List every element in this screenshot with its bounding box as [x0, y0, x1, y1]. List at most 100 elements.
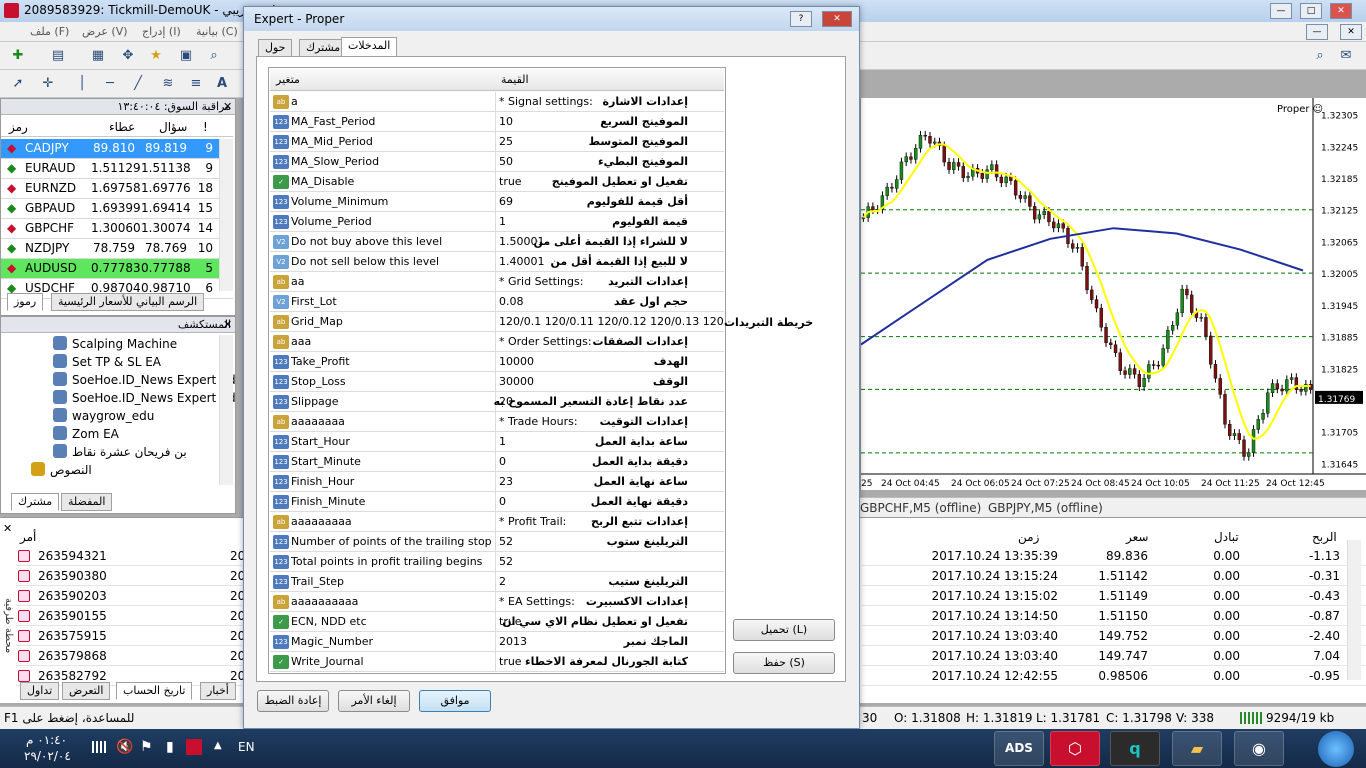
terminal-close-icon[interactable]: ✕: [3, 522, 12, 535]
param-row[interactable]: 123 Total points in profit trailing begin…: [270, 552, 724, 572]
flag-icon[interactable]: ⚑: [140, 739, 153, 755]
channel-icon[interactable]: ≋: [158, 74, 178, 94]
favorites-icon[interactable]: ★: [146, 46, 166, 66]
param-value[interactable]: 10: [499, 112, 513, 131]
history-row[interactable]: 2017.10.24 13:03:40 149.747 0.00 7.04: [862, 646, 1366, 666]
maximize-button[interactable]: □: [1300, 3, 1322, 19]
navigator-close-icon[interactable]: ✕: [223, 318, 232, 331]
menu-charts[interactable]: بيانية (C): [196, 25, 238, 38]
param-value[interactable]: 1: [499, 432, 506, 451]
horizontal-line-icon[interactable]: ─: [100, 74, 120, 94]
price-chart[interactable]: 1.32305 1.32245 1.32185 1.32125 1.32065 1.320…: [861, 98, 1366, 490]
market-watch-row[interactable]: ◆ CADJPY 89.810 89.819 9: [1, 139, 233, 159]
col-order[interactable]: أمر: [20, 530, 36, 544]
tab-chart-prices[interactable]: الرسم البياني للأسعار الرئيسية: [51, 293, 205, 311]
order-row[interactable]: 263590155 20: [16, 606, 245, 626]
vertical-line-icon[interactable]: │: [72, 74, 92, 94]
param-row[interactable]: 123 MA_Slow_Period 50 الموفينج البطيء: [270, 152, 724, 172]
menu-insert[interactable]: إدراج (I): [142, 25, 181, 38]
col-value[interactable]: القيمة: [501, 69, 529, 91]
col-spread[interactable]: !: [203, 117, 208, 137]
mdi-minimize-button[interactable]: —: [1306, 24, 1328, 40]
navigator-item[interactable]: SoeHoe.ID_News Expert Ad: [53, 389, 236, 407]
market-watch-row[interactable]: ◆ NZDJPY 78.759 78.769 10: [1, 239, 233, 259]
dialog-close-button[interactable]: ✕: [822, 11, 852, 27]
market-watch-row[interactable]: ◆ EURNZD 1.69758 1.69776 18: [1, 179, 233, 199]
param-row[interactable]: ab aa * Grid Settings: إعدادات التبريد: [270, 272, 724, 292]
clock-time[interactable]: ٠١:٤٠ م: [26, 733, 67, 747]
col-symbol[interactable]: رمز: [9, 117, 28, 137]
param-row[interactable]: 123 Magic_Number 2013 الماجك نمبر: [270, 632, 724, 652]
tab-exposure[interactable]: التعرض: [62, 682, 111, 700]
tab-favorites[interactable]: المفضلة: [61, 493, 113, 511]
tab-symbols[interactable]: رموز: [7, 293, 44, 311]
history-row[interactable]: 2017.10.24 12:42:55 0.98506 0.00 -0.95: [862, 666, 1366, 686]
param-value[interactable]: 0: [499, 452, 506, 471]
tab-news[interactable]: أخبار: [200, 682, 236, 700]
param-row[interactable]: 123 Finish_Hour 23 ساعة نهاية العمل: [270, 472, 724, 492]
order-row[interactable]: 263590203 20: [16, 586, 245, 606]
save-button[interactable]: حفظ (S): [733, 652, 835, 674]
market-watch-row[interactable]: ◆ GBPCHF 1.30060 1.30074 14: [1, 219, 233, 239]
param-row[interactable]: 123 Start_Hour 1 ساعة بداية العمل: [270, 432, 724, 452]
tab-common-settings[interactable]: مشترك: [299, 39, 348, 57]
navigator-item[interactable]: Set TP & SL EA: [53, 353, 161, 371]
trading-app-icon[interactable]: ⬡: [1050, 731, 1100, 766]
param-row[interactable]: ab aaa * Order Settings: إعدادات الصفقات: [270, 332, 724, 352]
menu-view[interactable]: عرض (V): [82, 25, 128, 38]
chrome-icon[interactable]: ◉: [1234, 731, 1284, 766]
crosshair-icon[interactable]: ✛: [38, 74, 58, 94]
search-icon[interactable]: ⌕: [1310, 46, 1330, 66]
param-value[interactable]: 50: [499, 152, 513, 171]
market-watch-close-icon[interactable]: ✕: [223, 100, 232, 113]
col-bid[interactable]: عطاء: [109, 117, 135, 137]
col-swap[interactable]: تبادل: [1214, 530, 1239, 544]
market-watch-row[interactable]: ◆ AUDUSD 0.77783 0.77788 5: [1, 259, 233, 279]
navigator-item[interactable]: Scalping Machine: [53, 335, 177, 353]
battery-icon[interactable]: ▮: [166, 739, 174, 755]
param-value[interactable]: 52: [499, 552, 513, 571]
tab-about[interactable]: حول: [258, 39, 293, 57]
load-button[interactable]: تحميل (L): [733, 619, 835, 641]
chat-icon[interactable]: ✉: [1336, 46, 1356, 66]
trendline-icon[interactable]: ╱: [128, 74, 148, 94]
ads-app-icon[interactable]: ADS: [994, 731, 1044, 766]
cancel-button[interactable]: إلغاء الأمر: [338, 690, 410, 712]
param-row[interactable]: 123 Finish_Minute 0 دقيقة نهاية العمل: [270, 492, 724, 512]
navigator-icon[interactable]: ✥: [118, 46, 138, 66]
param-value[interactable]: 23: [499, 472, 513, 491]
param-value[interactable]: * Order Settings:: [499, 332, 592, 351]
param-value[interactable]: 10000: [499, 352, 534, 371]
param-value[interactable]: * Trade Hours:: [499, 412, 578, 431]
param-value[interactable]: 0: [499, 492, 506, 511]
col-price[interactable]: سعر: [1126, 530, 1148, 544]
clock-date[interactable]: ٢٩/٠٢/٠٤: [24, 749, 71, 763]
fibonacci-icon[interactable]: ≡: [186, 74, 206, 94]
tray-app-icon[interactable]: [186, 739, 202, 755]
dialog-help-button[interactable]: ?: [790, 11, 812, 27]
param-row[interactable]: ab aaaaaaaa * Trade Hours: إعدادات التوقيت: [270, 412, 724, 432]
param-row[interactable]: V2 First_Lot 0.08 حجم اول عقد: [270, 292, 724, 312]
volume-icon[interactable]: 🔇: [116, 739, 133, 755]
param-row[interactable]: 123 MA_Mid_Period 25 الموفينج المتوسط: [270, 132, 724, 152]
param-row[interactable]: 123 MA_Fast_Period 10 الموفينج السريع: [270, 112, 724, 132]
navigator-scrollbar[interactable]: [219, 335, 233, 485]
language-indicator[interactable]: EN: [238, 740, 255, 754]
navigator-item[interactable]: النصوص: [31, 461, 92, 479]
param-value[interactable]: 1: [499, 212, 506, 231]
col-variable[interactable]: متغير: [276, 69, 300, 91]
param-row[interactable]: 123 Number of points of the trailing stop…: [270, 532, 724, 552]
param-value[interactable]: 69: [499, 192, 513, 211]
q-app-icon[interactable]: q: [1110, 731, 1160, 766]
order-row[interactable]: 263590380 20: [16, 566, 245, 586]
tab-inputs[interactable]: المدخلات: [341, 37, 398, 57]
menu-file[interactable]: ملف (F): [30, 25, 69, 38]
history-row[interactable]: 2017.10.24 13:35:39 89.836 0.00 -1.13: [862, 546, 1366, 566]
param-row[interactable]: 123 Stop_Loss 30000 الوقف: [270, 372, 724, 392]
navigator-item[interactable]: بن فريحان عشرة نقاط: [53, 443, 187, 461]
close-window-button[interactable]: ✕: [1330, 3, 1352, 19]
show-hidden-icons[interactable]: ▲: [214, 740, 222, 751]
order-row[interactable]: 263579868 20: [16, 646, 245, 666]
navigator-item[interactable]: waygrow_edu: [53, 407, 154, 425]
param-row[interactable]: 123 Volume_Period 1 قيمة الفوليوم: [270, 212, 724, 232]
